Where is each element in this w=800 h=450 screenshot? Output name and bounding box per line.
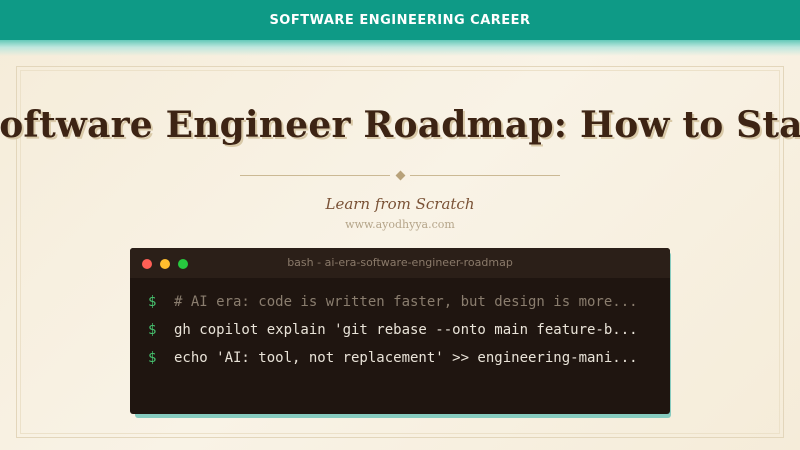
subtitle: Learn from Scratch [325, 195, 475, 213]
divider-left [240, 175, 390, 176]
site-url[interactable]: www.ayodhyya.com [0, 218, 800, 231]
prompt-symbol: $ [148, 294, 157, 310]
terminal-line: $ echo 'AI: tool, not replacement' >> eng… [148, 344, 670, 372]
terminal-title: bash - ai-era-software-engineer-roadmap [287, 256, 513, 269]
banner-gradient [0, 40, 800, 56]
terminal-window: bash - ai-era-software-engineer-roadmap … [130, 248, 670, 414]
terminal-titlebar: bash - ai-era-software-engineer-roadmap [130, 248, 670, 278]
divider-right [410, 175, 560, 176]
terminal-line: $ gh copilot explain 'git rebase --onto m… [148, 316, 670, 344]
terminal-command: # AI era: code is written faster, but de… [174, 294, 638, 310]
category-label[interactable]: SOFTWARE ENGINEERING CAREER [269, 13, 530, 28]
title-container: Software Engineer Roadmap: How to Stay R… [0, 104, 800, 160]
terminal-command: gh copilot explain 'git rebase --onto ma… [174, 322, 638, 338]
prompt-symbol: $ [148, 350, 157, 366]
terminal-line: $ # AI era: code is written faster, but d… [148, 288, 670, 316]
terminal-body: $ # AI era: code is written faster, but d… [130, 278, 670, 372]
page-title: Software Engineer Roadmap: How to Stay R… [0, 104, 800, 146]
category-banner: SOFTWARE ENGINEERING CAREER [0, 0, 800, 40]
terminal-command: echo 'AI: tool, not replacement' >> engi… [174, 350, 638, 366]
prompt-symbol: $ [148, 322, 157, 338]
